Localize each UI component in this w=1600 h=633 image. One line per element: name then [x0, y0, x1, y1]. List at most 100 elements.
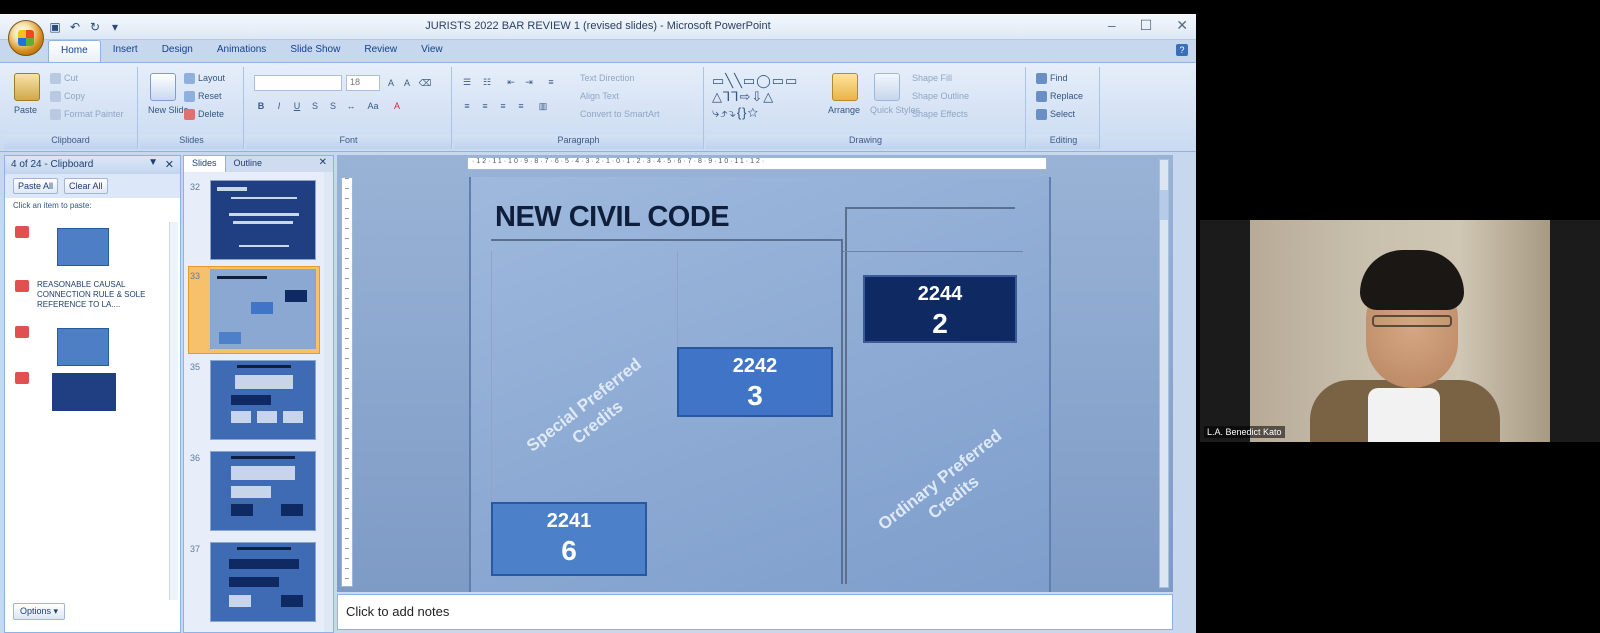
italic-icon[interactable]: I: [272, 99, 286, 113]
align-right-icon[interactable]: ≡: [496, 99, 510, 113]
new-slide-button[interactable]: New Slide: [148, 105, 189, 115]
title-bar: ▣ ↶ ↻ ▾ JURISTS 2022 BAR REVIEW 1 (revis…: [0, 14, 1196, 40]
format-painter-button[interactable]: Format Painter: [50, 109, 124, 121]
bullets-icon[interactable]: ☰: [460, 75, 474, 89]
slide-thumbnail[interactable]: 35: [188, 360, 328, 444]
ribbon: Paste Cut Copy Format Painter Clipboard …: [0, 62, 1196, 152]
clipboard-item[interactable]: [11, 372, 161, 418]
paste-button[interactable]: Paste: [14, 105, 37, 115]
scroll-thumb[interactable]: [1160, 190, 1168, 220]
notes-pane[interactable]: Click to add notes: [337, 594, 1173, 630]
clipboard-item[interactable]: [11, 226, 161, 272]
align-left-icon[interactable]: ≡: [460, 99, 474, 113]
help-icon[interactable]: ?: [1176, 44, 1188, 56]
options-button[interactable]: Options ▾: [13, 603, 66, 620]
tab-slides[interactable]: Slides: [184, 156, 226, 172]
tab-view[interactable]: View: [409, 40, 455, 62]
clipboard-item[interactable]: [11, 326, 161, 372]
slide-thumbnail[interactable]: 32: [188, 180, 328, 264]
clear-format-icon[interactable]: ⌫: [418, 76, 432, 90]
decrease-indent-icon[interactable]: ⇤: [504, 75, 518, 89]
increase-indent-icon[interactable]: ⇥: [522, 75, 536, 89]
select-label: Select: [1050, 109, 1076, 119]
tab-home[interactable]: Home: [48, 40, 101, 62]
shapes-gallery[interactable]: ▭╲╲▭◯▭▭ △⅂⅂⇨⇩△ ⤷⤴⤵{}☆: [712, 73, 824, 125]
code-box-2241[interactable]: 2241 6: [491, 502, 647, 576]
bold-icon[interactable]: B: [254, 99, 268, 113]
arrange-icon[interactable]: [832, 73, 858, 101]
convert-smartart-button[interactable]: Convert to SmartArt: [580, 109, 660, 119]
grow-font-icon[interactable]: A: [384, 76, 398, 90]
arrange-button[interactable]: Arrange: [828, 105, 860, 115]
line-spacing-icon[interactable]: ≡: [544, 75, 558, 89]
layout-button[interactable]: Layout: [184, 73, 225, 85]
slide-canvas[interactable]: NEW CIVIL CODE 2244 2 2242 3 2241 6 Spec…: [469, 177, 1051, 592]
slide-title[interactable]: NEW CIVIL CODE: [495, 201, 730, 234]
clipboard-thumbnail: [51, 372, 117, 412]
font-color-icon[interactable]: A: [390, 99, 404, 113]
maximize-button[interactable]: ☐: [1140, 17, 1153, 34]
delete-button[interactable]: Delete: [184, 109, 224, 121]
code-box-2242[interactable]: 2242 3: [677, 347, 833, 417]
editor-scrollbar[interactable]: [1159, 159, 1169, 588]
numbering-icon[interactable]: ☷: [480, 75, 494, 89]
minimize-button[interactable]: –: [1108, 17, 1116, 34]
shape-fill-button[interactable]: Shape Fill: [912, 73, 952, 83]
window-title: JURISTS 2022 BAR REVIEW 1 (revised slide…: [425, 20, 771, 32]
reset-button[interactable]: Reset: [184, 91, 222, 103]
slide-thumbnail-selected[interactable]: 33: [188, 266, 328, 354]
new-slide-icon[interactable]: [150, 73, 176, 101]
underline-icon[interactable]: U: [290, 99, 304, 113]
shape-effects-button[interactable]: Shape Effects: [912, 109, 968, 119]
paste-icon[interactable]: [14, 73, 40, 101]
format-painter-label: Format Painter: [64, 109, 124, 119]
slides-scrollbar[interactable]: [324, 172, 333, 632]
change-case-icon[interactable]: Aa: [366, 99, 380, 113]
shape-outline-button[interactable]: Shape Outline: [912, 91, 969, 101]
slide-number: 36: [190, 453, 201, 463]
tab-animations[interactable]: Animations: [205, 40, 278, 62]
tab-design[interactable]: Design: [150, 40, 205, 62]
tab-slide-show[interactable]: Slide Show: [278, 40, 352, 62]
spacing-icon[interactable]: ↔: [344, 99, 358, 113]
text-direction-button[interactable]: Text Direction: [580, 73, 635, 83]
close-icon[interactable]: ✕: [165, 158, 174, 171]
align-text-button[interactable]: Align Text: [580, 91, 619, 101]
quick-styles-icon[interactable]: [874, 73, 900, 101]
tab-insert[interactable]: Insert: [101, 40, 150, 62]
select-button[interactable]: Select: [1036, 109, 1076, 121]
replace-button[interactable]: Replace: [1036, 91, 1084, 103]
shadow-icon[interactable]: S: [326, 99, 340, 113]
find-label: Find: [1050, 73, 1068, 83]
slide-thumbnail[interactable]: 36: [188, 451, 328, 535]
pane-menu-icon[interactable]: ▼: [148, 157, 158, 168]
article-count: 6: [561, 535, 577, 566]
clear-all-button[interactable]: Clear All: [64, 178, 108, 194]
ordinary-preferred-credits-label[interactable]: Ordinary Preferred Credits: [863, 416, 1032, 561]
justify-icon[interactable]: ≡: [514, 99, 528, 113]
strikethrough-icon[interactable]: S: [308, 99, 322, 113]
office-button[interactable]: [8, 20, 44, 56]
paste-all-button[interactable]: Paste All: [13, 178, 59, 194]
align-center-icon[interactable]: ≡: [478, 99, 492, 113]
copy-button[interactable]: Copy: [50, 91, 85, 103]
tab-outline[interactable]: Outline: [226, 156, 271, 172]
tab-review[interactable]: Review: [352, 40, 409, 62]
replace-label: Replace: [1050, 91, 1084, 101]
special-preferred-credits-label[interactable]: Special Preferred Credits: [499, 335, 684, 493]
font-name-combo[interactable]: [254, 75, 342, 91]
thumbnail-line: [231, 456, 295, 459]
find-button[interactable]: Find: [1036, 73, 1068, 85]
cut-button[interactable]: Cut: [50, 73, 78, 85]
slide-thumbnail[interactable]: 37: [188, 542, 328, 626]
editing-group-label: Editing: [1028, 135, 1099, 149]
font-size-combo[interactable]: 18: [346, 75, 380, 91]
clipboard-scrollbar[interactable]: [169, 222, 178, 600]
close-icon[interactable]: ✕: [319, 157, 327, 168]
code-box-2244[interactable]: 2244 2: [863, 275, 1017, 343]
clipboard-item[interactable]: REASONABLE CAUSAL CONNECTION RULE & SOLE…: [11, 280, 161, 320]
columns-icon[interactable]: ▥: [536, 99, 550, 113]
close-button[interactable]: ✕: [1176, 17, 1188, 34]
powerpoint-icon: [15, 372, 29, 384]
shrink-font-icon[interactable]: A: [400, 76, 414, 90]
